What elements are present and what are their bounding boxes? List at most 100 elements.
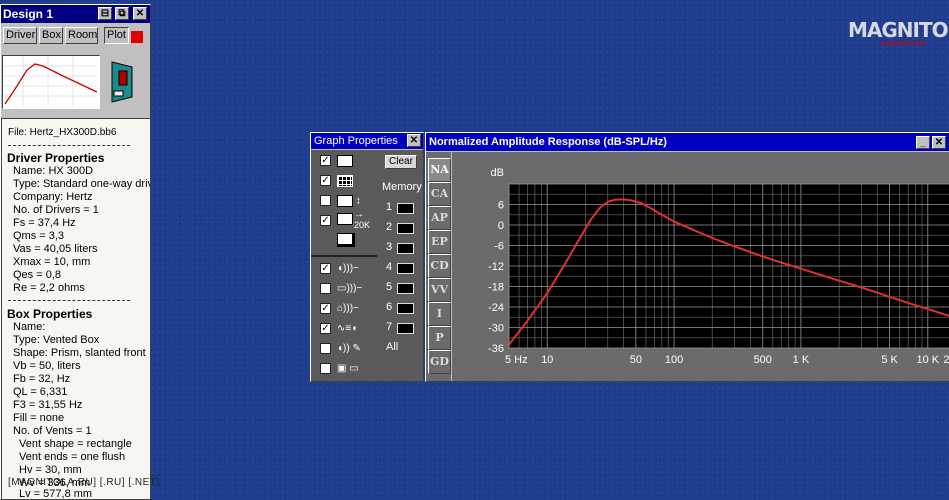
option-checkbox[interactable]	[320, 195, 331, 206]
y-tick-label: -24	[488, 302, 504, 314]
memory-slot-button[interactable]	[397, 223, 414, 234]
memory-slot-number: 6	[386, 301, 393, 313]
driver-prop: No. of Drivers = 1	[13, 204, 99, 216]
x-range-icon[interactable]: → 20K	[337, 209, 370, 230]
option-checkbox[interactable]	[320, 343, 331, 354]
crossover-speaker-icon[interactable]: ∿≡◖	[337, 323, 357, 335]
x-tick-label: 1 K	[793, 354, 810, 366]
x-tick-label: 10	[541, 354, 553, 366]
box-prop: F3 = 31,55 Hz	[13, 399, 83, 411]
file-name: File: Hertz_HX300D.bb6	[8, 127, 117, 138]
graph-window-titlebar[interactable]: Normalized Amplitude Response (dB-SPL/Hz…	[426, 133, 949, 151]
option-checkbox[interactable]: ✓	[320, 323, 331, 334]
option-checkbox[interactable]: ✓	[320, 175, 331, 186]
graph-properties-body: ✓ ✓ ✓ ✓ ✓ ✓ + ↕ → 20K ◖)))− ▭)))− ⌂)))− ∿≡◖ ◖)…	[311, 150, 423, 381]
vent-prop: Vent ends = one flush	[19, 451, 126, 463]
graph-properties-titlebar[interactable]: Graph Properties ✕	[311, 133, 423, 149]
design-window: Design 1 ⊟ ⧉ ✕ Driver Box Room Plot File…	[0, 4, 151, 500]
y-tick-label: -12	[488, 261, 504, 273]
graph-properties-window: Graph Properties ✕ ✓ ✓ ✓ ✓ ✓ ✓ + ↕ → 20K ◖)))−…	[310, 132, 424, 382]
close-icon[interactable]: ✕	[932, 136, 946, 149]
graph-tab-cd[interactable]: CD	[428, 254, 451, 278]
memory-slot-button[interactable]	[397, 283, 414, 294]
separator	[311, 255, 377, 257]
memory-slot-button[interactable]	[397, 323, 414, 334]
graph-tab-ca[interactable]: CA	[428, 182, 451, 206]
tab-driver[interactable]: Driver	[3, 27, 37, 44]
x-tick-label: 10 K	[916, 354, 939, 366]
speaker-output-icon[interactable]: ◖)))−	[337, 263, 359, 275]
box-prop: Fill = none	[13, 412, 65, 424]
x-tick-label: 5 K	[881, 354, 898, 366]
vent-prop: Lv = 577,8 mm	[19, 488, 93, 500]
graph-tab-ap[interactable]: AP	[428, 206, 451, 230]
memory-slot-button[interactable]	[397, 243, 414, 254]
memory-slot-button[interactable]	[397, 263, 414, 274]
box-properties-heading: Box Properties	[7, 307, 93, 321]
tab-room[interactable]: Room	[65, 27, 98, 44]
status-color-swatch[interactable]	[131, 31, 143, 43]
save-icon[interactable]: ⊟	[98, 7, 112, 20]
graph-tab-p[interactable]: P	[428, 326, 451, 350]
speaker-edit-icon[interactable]: ◖)) ✎	[337, 343, 361, 355]
y-tick-label: -6	[494, 241, 504, 253]
driver-prop: Fs = 37,4 Hz	[13, 217, 76, 229]
separator	[8, 300, 130, 301]
memory-slot-button[interactable]	[397, 303, 414, 314]
memory-slot-number: 3	[386, 241, 393, 253]
graph-window: Normalized Amplitude Response (dB-SPL/Hz…	[425, 132, 949, 382]
graph-tab-i[interactable]: I	[428, 302, 451, 326]
memory-label: Memory	[382, 181, 422, 193]
minimize-icon[interactable]: _	[916, 136, 930, 149]
graph-tab-gd[interactable]: GD	[428, 350, 451, 374]
option-checkbox[interactable]	[320, 363, 331, 374]
room-speaker-icon[interactable]: ⌂)))−	[337, 303, 359, 315]
amplitude-response-chart: 6 0 -6 -12 -18 -24 -30 -36 dB 5 Hz 10 50 100 500 1 K 5 …	[488, 167, 949, 366]
option-checkbox[interactable]	[320, 283, 331, 294]
y-scale-icon[interactable]: ↕	[337, 195, 361, 207]
driver-prop: Qes = 0,8	[13, 269, 62, 281]
memory-slot-number: 2	[386, 221, 393, 233]
graph-tab-ep[interactable]: EP	[428, 230, 451, 254]
dual-speaker-icon[interactable]: ▭)))−	[337, 283, 362, 295]
tab-plot[interactable]: Plot	[104, 27, 129, 44]
box-prop: No. of Vents = 1	[13, 425, 92, 437]
design-window-titlebar[interactable]: Design 1 ⊟ ⧉ ✕	[1, 5, 150, 23]
option-checkbox[interactable]: ✓	[320, 155, 331, 166]
driver-prop: Qms = 3,3	[13, 230, 65, 242]
graph-type-tabs: NA CA AP EP CD VV I P GD	[426, 152, 451, 381]
y-tick-label: -36	[488, 343, 504, 355]
y-tick-label: 0	[498, 220, 504, 232]
close-icon[interactable]: ✕	[407, 134, 421, 147]
graph-tab-na[interactable]: NA	[428, 158, 451, 182]
y-tick-label: 6	[498, 200, 504, 212]
box-prop: QL = 6,331	[13, 386, 68, 398]
option-checkbox[interactable]: ✓	[320, 263, 331, 274]
add-trace-icon[interactable]: +	[337, 155, 353, 167]
memory-slot-number: 5	[386, 281, 393, 293]
option-checkbox[interactable]: ✓	[320, 303, 331, 314]
clear-button[interactable]: Clear	[385, 155, 417, 169]
memory-slot-button[interactable]	[397, 203, 414, 214]
driver-prop: Type: Standard one-way driv	[13, 178, 151, 190]
grid-icon[interactable]	[337, 175, 353, 187]
y-tick-label: -18	[488, 282, 504, 294]
mini-response-preview[interactable]	[2, 55, 100, 109]
close-icon[interactable]: ✕	[133, 7, 147, 20]
restore-icon[interactable]: ⧉	[115, 7, 129, 20]
memory-slot-number: 1	[386, 201, 393, 213]
box-prop: Name:	[13, 321, 46, 333]
speaker-box-icon[interactable]	[111, 61, 133, 103]
design-tabs: Driver Box Room Plot	[1, 27, 150, 45]
graph-tab-vv[interactable]: VV	[428, 278, 451, 302]
option-checkbox[interactable]: ✓	[320, 215, 331, 226]
box-prop: Shape: Prism, slanted front	[13, 347, 146, 359]
speaker-ruler-icon[interactable]: ▣ ▭	[337, 363, 359, 375]
logo-text: MAGNITOLA	[848, 18, 949, 42]
y-unit-label: dB	[491, 167, 504, 179]
tab-box[interactable]: Box	[39, 27, 63, 44]
watermark-text: [MAGNITOLA.RU] [.RU] [.NET]	[8, 477, 160, 488]
x-tick-label: 50	[630, 354, 642, 366]
legend-icon[interactable]	[337, 233, 355, 247]
memory-all-button[interactable]: All	[386, 341, 398, 353]
